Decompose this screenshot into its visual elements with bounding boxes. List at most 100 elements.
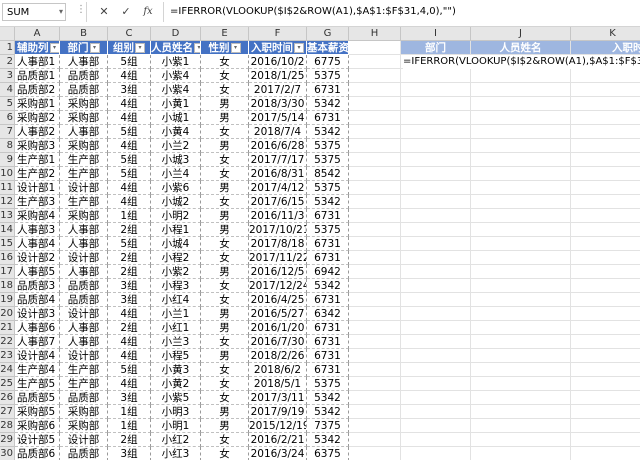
row-header[interactable]: 17 (0, 265, 15, 279)
cell-c6[interactable]: 4组 (108, 111, 151, 125)
cell-g3[interactable]: 5375 (307, 69, 349, 83)
cell-c22[interactable]: 4组 (108, 335, 151, 349)
row-header[interactable]: 13 (0, 209, 15, 223)
cell-i8[interactable] (401, 139, 471, 153)
cell-c28[interactable]: 1组 (108, 419, 151, 433)
cell-k17[interactable] (571, 265, 640, 279)
row-header[interactable]: 28 (0, 419, 15, 433)
cell-k24[interactable] (571, 363, 640, 377)
cell-a18[interactable]: 品质部3 (15, 279, 60, 293)
cell-j19[interactable] (471, 293, 571, 307)
cell-a11[interactable]: 设计部1 (15, 181, 60, 195)
cell-j20[interactable] (471, 307, 571, 321)
row-header[interactable]: 6 (0, 111, 15, 125)
cell-k30[interactable] (571, 447, 640, 460)
column-header-b[interactable]: B (60, 27, 108, 41)
cell-h29[interactable] (349, 433, 401, 447)
cell-a15[interactable]: 人事部4 (15, 237, 60, 251)
cell-k7[interactable] (571, 125, 640, 139)
column-header-h[interactable]: H (349, 27, 401, 41)
cell-c23[interactable]: 4组 (108, 349, 151, 363)
cell-k25[interactable] (571, 377, 640, 391)
cell-b7[interactable]: 人事部 (60, 125, 108, 139)
cell-d14[interactable]: 小程1 (151, 223, 201, 237)
row-header[interactable]: 14 (0, 223, 15, 237)
cell-f15[interactable]: 2017/8/18 (249, 237, 307, 251)
cell-g12[interactable]: 5342 (307, 195, 349, 209)
cell-f7[interactable]: 2018/7/4 (249, 125, 307, 139)
name-box-dropdown-icon[interactable]: ▾ (56, 3, 66, 21)
cell-d18[interactable]: 小程3 (151, 279, 201, 293)
cell-i12[interactable] (401, 195, 471, 209)
cell-g17[interactable]: 6942 (307, 265, 349, 279)
table-header-cell[interactable]: 组别 ▾ (108, 41, 151, 55)
cell-b12[interactable]: 生产部 (60, 195, 108, 209)
table-header-cell[interactable]: 基本薪资▾ (307, 41, 349, 55)
cell-k11[interactable] (571, 181, 640, 195)
cell-i23[interactable] (401, 349, 471, 363)
cell-k5[interactable] (571, 97, 640, 111)
cell-d30[interactable]: 小红3 (151, 447, 201, 460)
cell-k16[interactable] (571, 251, 640, 265)
cell-e25[interactable]: 女 (201, 377, 249, 391)
cell-e30[interactable]: 女 (201, 447, 249, 460)
cell-a26[interactable]: 品质部5 (15, 391, 60, 405)
cell-j11[interactable] (471, 181, 571, 195)
cell-d2[interactable]: 小紫1 (151, 55, 201, 69)
cell-f19[interactable]: 2016/4/25 (249, 293, 307, 307)
cell-c21[interactable]: 2组 (108, 321, 151, 335)
cell-d4[interactable]: 小紫4 (151, 83, 201, 97)
cell-g23[interactable]: 6731 (307, 349, 349, 363)
cell-e22[interactable]: 女 (201, 335, 249, 349)
cell-b21[interactable]: 人事部 (60, 321, 108, 335)
cell-b16[interactable]: 设计部 (60, 251, 108, 265)
cell-c20[interactable]: 4组 (108, 307, 151, 321)
cell-a13[interactable]: 采购部4 (15, 209, 60, 223)
cell-f21[interactable]: 2016/1/20 (249, 321, 307, 335)
cell-e3[interactable]: 女 (201, 69, 249, 83)
cell-d9[interactable]: 小城3 (151, 153, 201, 167)
cell-i30[interactable] (401, 447, 471, 460)
cell-d17[interactable]: 小紫2 (151, 265, 201, 279)
row-header[interactable]: 8 (0, 139, 15, 153)
cell-d15[interactable]: 小城4 (151, 237, 201, 251)
row-header[interactable]: 1 (0, 41, 15, 55)
cell-h5[interactable] (349, 97, 401, 111)
cell-e26[interactable]: 女 (201, 391, 249, 405)
cell-h15[interactable] (349, 237, 401, 251)
cell-h30[interactable] (349, 447, 401, 460)
cell-b23[interactable]: 设计部 (60, 349, 108, 363)
cell-b5[interactable]: 采购部 (60, 97, 108, 111)
cell-g20[interactable]: 6342 (307, 307, 349, 321)
cell-b11[interactable]: 设计部 (60, 181, 108, 195)
cell-a2[interactable]: 人事部1 (15, 55, 60, 69)
cell-d23[interactable]: 小程5 (151, 349, 201, 363)
cell-g29[interactable]: 5342 (307, 433, 349, 447)
cell-d6[interactable]: 小城1 (151, 111, 201, 125)
cell-j7[interactable] (471, 125, 571, 139)
cell-k18[interactable] (571, 279, 640, 293)
cell-k9[interactable] (571, 153, 640, 167)
cell-d10[interactable]: 小兰4 (151, 167, 201, 181)
cell-i24[interactable] (401, 363, 471, 377)
column-header-c[interactable]: C (108, 27, 151, 41)
column-header-g[interactable]: G (307, 27, 349, 41)
cell-h24[interactable] (349, 363, 401, 377)
active-cell-formula-text[interactable]: =IFERROR(VLOOKUP($I$2&ROW(A1),$A$1:$F$31… (403, 55, 640, 69)
cell-d26[interactable]: 小紫5 (151, 391, 201, 405)
cell-k3[interactable] (571, 69, 640, 83)
row-header[interactable]: 9 (0, 153, 15, 167)
cell-g30[interactable]: 6375 (307, 447, 349, 460)
cell-d3[interactable]: 小紫4 (151, 69, 201, 83)
cell-j21[interactable] (471, 321, 571, 335)
cell-d19[interactable]: 小红4 (151, 293, 201, 307)
insert-function-button[interactable]: fx (139, 4, 157, 20)
cell-a16[interactable]: 设计部2 (15, 251, 60, 265)
table-header-cell[interactable]: 人员姓名 ▾ (151, 41, 201, 55)
cell-a24[interactable]: 生产部4 (15, 363, 60, 377)
cell-j8[interactable] (471, 139, 571, 153)
formula-input[interactable]: =IFERROR(VLOOKUP($I$2&ROW(A1),$A$1:$F$31… (170, 4, 456, 20)
cell-g24[interactable]: 6731 (307, 363, 349, 377)
cell-j30[interactable] (471, 447, 571, 460)
cell-j24[interactable] (471, 363, 571, 377)
